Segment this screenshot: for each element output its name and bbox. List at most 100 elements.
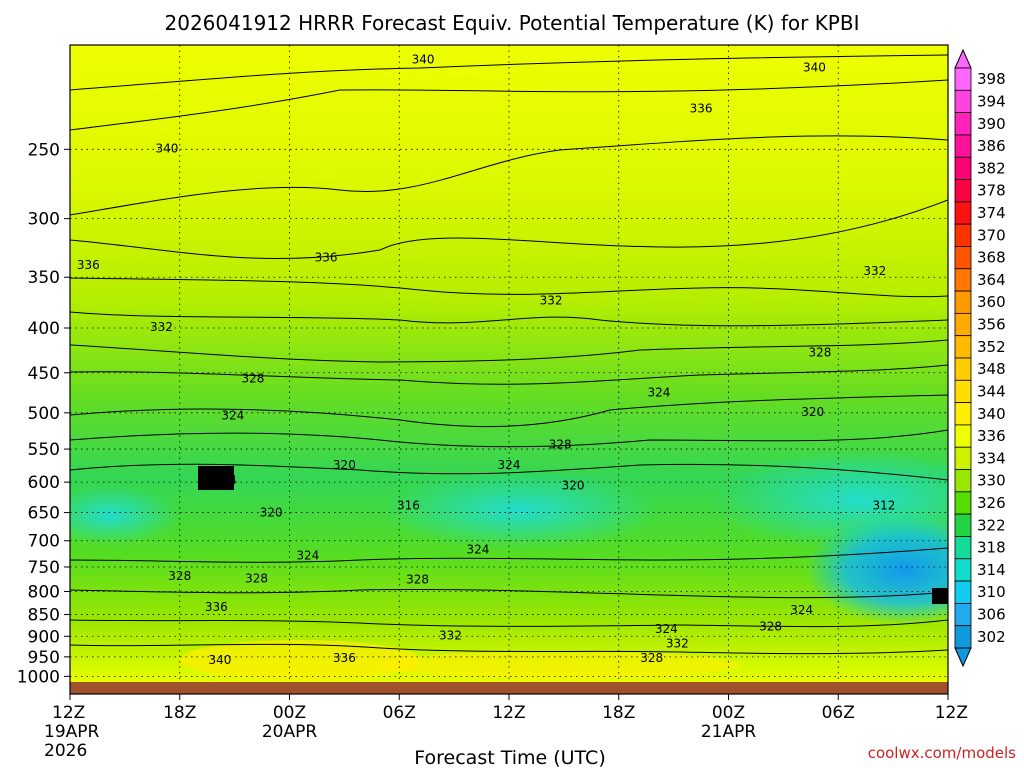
contour-label: 312 [873,499,896,513]
contour-label: 332 [863,264,886,278]
colorbar-label: 378 [977,182,1006,200]
colorbar-label: 360 [977,293,1006,311]
y-tick-label: 250 [28,140,60,160]
terrain-surface [70,682,948,694]
colorbar-swatch [954,156,972,180]
y-tick-label: 800 [28,583,60,603]
x-tick-sublabel: 21APR [701,722,757,742]
y-tick-label: 550 [28,440,60,460]
x-tick-sublabel: 19APR [44,722,100,742]
contour-label: 328 [640,651,663,665]
y-tick-label: 600 [28,473,60,493]
colorbar-swatch [954,558,972,582]
colorbar-label: 340 [977,405,1006,423]
colorbar-swatch [954,335,972,359]
contour-label: 316 [397,499,420,513]
contour-label: 328 [759,620,782,634]
contour-label: 332 [150,320,173,334]
colorbar-label: 314 [977,561,1006,579]
colorbar-label: 310 [977,583,1006,601]
colorbar-label: 382 [977,159,1006,177]
contour-label: 324 [466,542,489,556]
x-tick-sublabel: 20APR [262,722,318,742]
colorbar-label: 302 [977,628,1006,646]
theta-e-field: 3443403403363403363363323323323283283243… [70,45,948,682]
contour-label: 324 [648,385,671,399]
y-tick-label: 350 [28,268,60,288]
colorbar-swatch [954,491,972,515]
colorbar-swatch [954,312,972,337]
saturated-blob [932,588,948,604]
colorbar-label: 348 [977,360,1006,378]
y-tick-label: 500 [28,404,60,424]
colorbar-label: 334 [977,449,1006,467]
colorbar-swatch [954,290,972,314]
colorbar-swatch [954,134,972,158]
x-tick-label: 06Z [383,703,416,723]
contour-label: 328 [245,571,268,585]
x-tick-label: 06Z [822,703,855,723]
contour-label: 332 [666,637,689,651]
x-tick-label: 12Z [52,703,85,723]
chart-title: 2026041912 HRRR Forecast Equiv. Potentia… [165,11,860,35]
contour-label: 324 [655,622,678,636]
y-tick-label: 450 [28,364,60,384]
colorbar-swatch [954,223,972,247]
y-tick-label: 850 [28,606,60,626]
colorbar-swatch [954,580,972,604]
contour-label: 332 [439,628,462,642]
colorbar-swatch [954,112,972,136]
colorbar-label: 394 [977,92,1006,110]
colorbar-swatch [954,379,972,404]
x-tick-label: 12Z [492,703,525,723]
colorbar-swatch [954,469,972,493]
x-tick-label: 18Z [163,703,196,723]
contour-label: 336 [315,250,338,264]
colorbar-swatch [954,536,972,560]
x-tick-label: 00Z [712,703,745,723]
x-tick-sublabel: 2026 [44,741,87,761]
colorbar-swatch [954,268,972,292]
contour-label: 320 [801,405,824,419]
colorbar-label: 398 [977,70,1006,88]
contour-label: 340 [209,653,232,667]
colorbar-swatch [954,201,972,225]
colorbar-swatch [954,424,972,448]
colorbar-swatch [954,625,972,649]
colorbar-swatch [954,446,972,470]
x-tick-label: 12Z [935,703,968,723]
contour-label: 320 [333,458,356,472]
colorbar-label: 386 [977,137,1006,155]
contour-label: 324 [214,473,237,487]
y-axis: 2503003504004505005506006507007508008509… [17,140,70,687]
contour-label: 340 [412,53,435,67]
y-tick-label: 750 [28,558,60,578]
colorbar-min-arrow [954,647,972,668]
colorbar-swatch [954,89,972,114]
x-axis-label: Forecast Time (UTC) [414,747,605,768]
colorbar-label: 336 [977,427,1006,445]
contour-label: 328 [406,572,429,586]
contour-label: 324 [221,409,244,423]
colorbar-label: 306 [977,606,1006,624]
contour-label: 324 [296,549,319,563]
colorbar-label: 344 [977,382,1006,400]
colorbar-swatch [954,402,972,426]
colorbar-label: 364 [977,271,1006,289]
contour-label: 336 [690,101,713,115]
contour-label: 332 [540,293,563,307]
contour-label: 336 [205,600,228,614]
contour-label: 328 [809,346,832,360]
colorbar-max-arrow [954,48,972,69]
colorbar-swatch [954,357,972,381]
y-tick-label: 700 [28,532,60,552]
y-tick-label: 300 [28,210,60,230]
colorbar-label: 368 [977,249,1006,267]
colorbar-label: 356 [977,316,1006,334]
credit-text: coolwx.com/models [868,744,1016,762]
contour-label: 328 [549,438,572,452]
chart: 2026041912 HRRR Forecast Equiv. Potentia… [17,11,1016,768]
colorbar-label: 330 [977,472,1006,490]
colorbar-label: 374 [977,204,1006,222]
contour-label: 340 [155,141,178,155]
